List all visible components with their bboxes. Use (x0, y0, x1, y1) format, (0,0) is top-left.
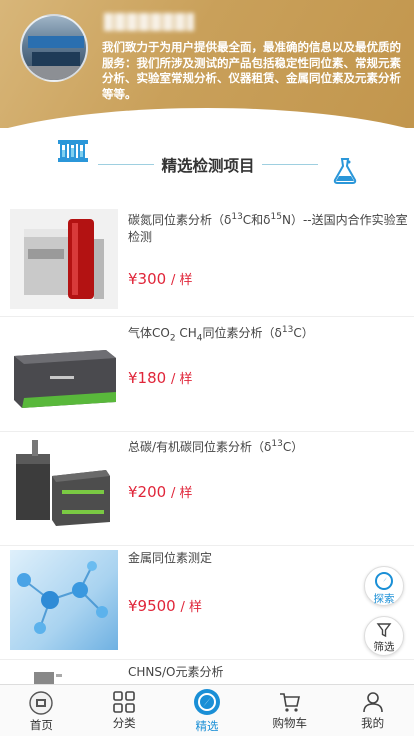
bottom-tab-bar: 首页 分类 精选 购物车 我的 (0, 684, 414, 736)
flask-icon (333, 158, 357, 184)
home-icon (29, 691, 54, 715)
product-image (10, 436, 118, 536)
tab-cart[interactable]: 购物车 (248, 685, 331, 736)
item-price: ¥200 / 样 (128, 483, 193, 501)
tab-category[interactable]: 分类 (83, 685, 166, 736)
product-image (10, 209, 118, 309)
section-title: 精选检测项目 (161, 157, 255, 175)
list-item[interactable]: CHNS/O元素分析 (0, 660, 414, 684)
grid-icon (113, 691, 135, 713)
product-image (10, 664, 118, 684)
item-price: ¥180 / 样 (128, 369, 193, 387)
item-title: 碳氮同位素分析（δ13C和δ15N）--送国内合作实验室检测 (128, 212, 408, 244)
list-item[interactable]: 气体CO2 CH4同位素分析（δ13C） ¥180 / 样 (0, 318, 414, 432)
list-item[interactable]: 总碳/有机碳同位素分析（δ13C） ¥200 / 样 (0, 432, 414, 546)
user-icon (362, 692, 383, 713)
filter-button[interactable]: 筛选 (364, 616, 404, 656)
item-title: 总碳/有机碳同位素分析（δ13C） (128, 439, 304, 454)
test-tubes-icon (58, 140, 88, 162)
profile-header: 我们致力于为用户提供最全面，最准确的信息以及最优质的服务：我们所涉及测试的产品包… (0, 0, 414, 128)
section-header: 精选检测项目 (0, 136, 414, 190)
item-price: ¥9500 / 样 (128, 597, 203, 615)
tab-featured[interactable]: 精选 (166, 685, 249, 736)
list-item[interactable]: 金属同位素测定 ¥9500 / 样 (0, 546, 414, 660)
intro-text: 我们致力于为用户提供最全面，最准确的信息以及最优质的服务：我们所涉及测试的产品包… (102, 40, 401, 101)
filter-icon (376, 623, 392, 638)
compass-icon (193, 689, 220, 715)
item-title: 金属同位素测定 (128, 551, 213, 565)
explore-button[interactable]: 探索 (364, 566, 404, 606)
avatar (20, 14, 88, 82)
item-title: 气体CO2 CH4同位素分析（δ13C） (128, 325, 314, 344)
product-image (10, 324, 118, 424)
list-item[interactable]: 碳氮同位素分析（δ13C和δ15N）--送国内合作实验室检测 ¥300 / 样 (0, 203, 414, 317)
item-price: ¥300 / 样 (128, 270, 193, 288)
product-image (10, 550, 118, 650)
compass-icon (375, 572, 393, 590)
cart-icon (279, 693, 300, 712)
tab-profile[interactable]: 我的 (331, 685, 414, 736)
item-title: CHNS/O元素分析 (128, 665, 224, 679)
tab-home[interactable]: 首页 (0, 685, 83, 736)
org-name-blurred (104, 13, 194, 31)
